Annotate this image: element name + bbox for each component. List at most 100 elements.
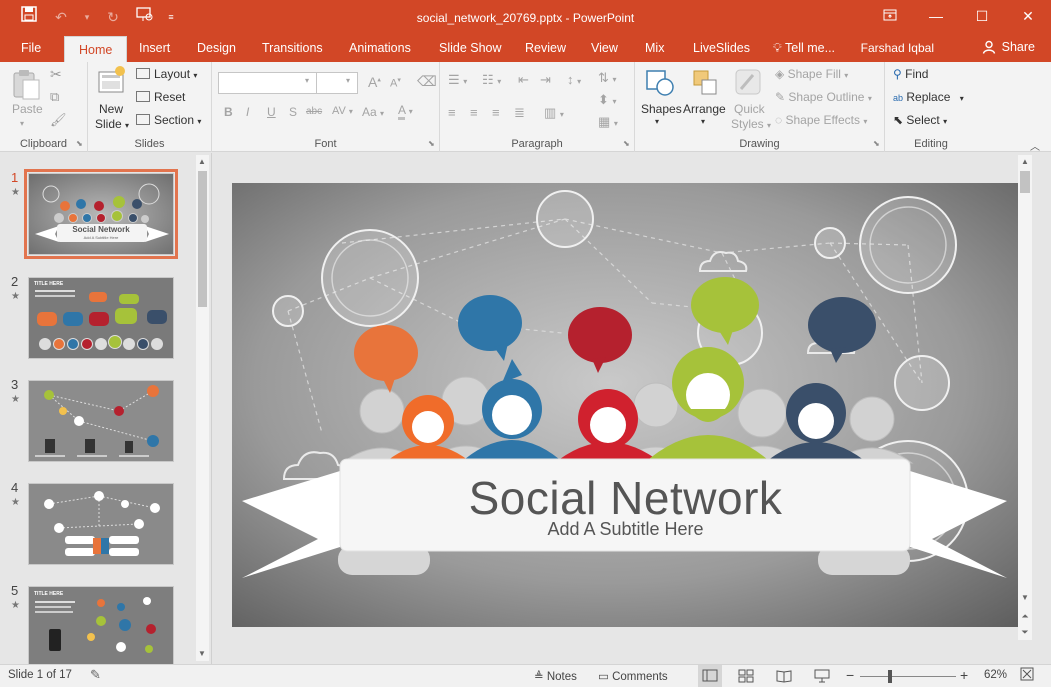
clear-formatting-icon[interactable]: ⌫: [417, 73, 437, 90]
align-center-icon[interactable]: ≡: [470, 105, 478, 120]
shapes-dropdown-icon[interactable]: ▾: [655, 117, 659, 126]
cut-icon[interactable]: ✂: [50, 66, 62, 83]
tab-design[interactable]: Design: [197, 40, 236, 56]
zoom-slider-thumb[interactable]: [887, 670, 892, 683]
collapse-ribbon-icon[interactable]: ︿: [1030, 138, 1040, 153]
tell-me-search[interactable]: 💡︎ Tell me...: [773, 40, 835, 56]
zoom-slider[interactable]: [860, 670, 956, 683]
spelling-check-icon[interactable]: ✎: [90, 667, 101, 683]
underline-button[interactable]: U: [267, 105, 276, 119]
line-spacing-icon[interactable]: ↕ ▾: [567, 72, 581, 87]
copy-icon[interactable]: ⧉: [50, 89, 59, 105]
font-family-dropdown-icon[interactable]: ▾: [305, 76, 309, 85]
zoom-level[interactable]: 62%: [984, 669, 1007, 681]
format-painter-icon[interactable]: 🖌︎: [50, 112, 67, 128]
tab-insert[interactable]: Insert: [139, 40, 170, 56]
slide-thumbnail-5[interactable]: TITLE HERE: [28, 586, 174, 664]
tab-transitions[interactable]: Transitions: [262, 40, 323, 56]
columns-icon[interactable]: ▥ ▾: [544, 105, 564, 121]
drawing-dialog-launcher-icon[interactable]: ⬊: [873, 139, 880, 148]
slide-subtitle[interactable]: Add A Subtitle Here: [232, 519, 1019, 540]
tab-animations[interactable]: Animations: [349, 40, 411, 56]
reading-view-icon[interactable]: [776, 669, 792, 686]
italic-button[interactable]: I: [246, 105, 249, 119]
shrink-font-icon[interactable]: A▾: [390, 76, 401, 90]
select-button[interactable]: ⬉ Select ▾: [893, 113, 947, 127]
convert-smartart-icon[interactable]: ▦ ▾: [598, 114, 618, 130]
section-button[interactable]: Section ▾: [136, 113, 201, 127]
new-slide-label-2[interactable]: Slide ▾: [95, 117, 129, 131]
quick-styles-label-1[interactable]: Quick: [734, 102, 765, 116]
bold-button[interactable]: B: [224, 105, 233, 119]
scroll-up-arrow-icon[interactable]: ▲: [196, 157, 208, 166]
increase-indent-icon[interactable]: ⇥: [540, 72, 551, 88]
paragraph-dialog-launcher-icon[interactable]: ⬊: [623, 139, 630, 148]
close-icon[interactable]: ✕: [1005, 0, 1051, 32]
minimize-icon[interactable]: —: [913, 0, 959, 32]
slide-title[interactable]: Social Network: [232, 471, 1019, 525]
slide-thumbnail-1[interactable]: Social Network Add A Subtitle Here: [24, 169, 178, 259]
font-size-dropdown-icon[interactable]: ▾: [346, 76, 350, 85]
justify-icon[interactable]: ≣: [514, 105, 525, 121]
notes-button[interactable]: ≜ Notes: [534, 669, 577, 683]
shapes-button[interactable]: Shapes: [641, 102, 682, 116]
replace-button[interactable]: ab Replace ▾: [893, 90, 964, 104]
text-direction-icon[interactable]: ⇅ ▾: [598, 70, 617, 86]
new-slide-icon[interactable]: [96, 65, 126, 99]
zoom-out-icon[interactable]: −: [846, 667, 854, 683]
comments-button[interactable]: ▭ Comments: [598, 669, 668, 683]
slide-sorter-icon[interactable]: [738, 669, 754, 686]
arrange-icon[interactable]: [690, 67, 720, 99]
reset-button[interactable]: Reset: [136, 90, 185, 104]
shadow-button[interactable]: S: [289, 105, 297, 119]
tab-view[interactable]: View: [591, 40, 618, 56]
paste-icon[interactable]: [10, 67, 42, 101]
tab-slide-show[interactable]: Slide Show: [439, 40, 502, 56]
zoom-in-icon[interactable]: +: [960, 667, 968, 683]
tab-liveslides[interactable]: LiveSlides: [693, 40, 750, 56]
character-spacing-button[interactable]: AV ▾: [332, 105, 353, 117]
normal-view-button[interactable]: [698, 665, 722, 687]
scroll-down-arrow-icon[interactable]: ▼: [196, 649, 208, 658]
font-family-select[interactable]: [218, 72, 318, 94]
slide-thumbnail-4[interactable]: [28, 483, 174, 565]
dialog-launcher-icon[interactable]: ⬊: [76, 139, 83, 148]
slide-thumbnail-2[interactable]: TITLE HERE: [28, 277, 174, 359]
tab-file[interactable]: File: [21, 40, 41, 56]
numbering-icon[interactable]: ☷ ▾: [482, 72, 501, 88]
next-slide-icon[interactable]: ⏷: [1019, 627, 1031, 638]
bullets-icon[interactable]: ☰ ▾: [448, 72, 467, 88]
user-name[interactable]: Farshad Iqbal: [861, 41, 934, 55]
slide-scroll-down-icon[interactable]: ▼: [1019, 593, 1031, 602]
slide-thumbnail-3[interactable]: [28, 380, 174, 462]
arrange-dropdown-icon[interactable]: ▾: [701, 117, 705, 126]
tab-review[interactable]: Review: [525, 40, 566, 56]
share-button[interactable]: Share: [982, 40, 1035, 54]
current-slide[interactable]: Social Network Add A Subtitle Here: [232, 183, 1019, 627]
slide-scroll-up-icon[interactable]: ▲: [1019, 157, 1031, 166]
paste-dropdown-icon[interactable]: ▾: [20, 119, 24, 128]
layout-button[interactable]: Layout ▾: [136, 67, 197, 81]
previous-slide-icon[interactable]: ⏶: [1019, 611, 1031, 622]
quick-styles-label-2[interactable]: Styles ▾: [731, 117, 771, 131]
shape-outline-button[interactable]: ✎ Shape Outline ▾: [775, 90, 872, 104]
align-right-icon[interactable]: ≡: [492, 105, 500, 120]
shapes-icon[interactable]: [643, 67, 675, 99]
ribbon-display-options-icon[interactable]: [867, 0, 913, 32]
paste-button[interactable]: Paste: [12, 102, 43, 116]
font-dialog-launcher-icon[interactable]: ⬊: [428, 139, 435, 148]
find-button[interactable]: ⚲ Find: [893, 67, 928, 81]
change-case-button[interactable]: Aa ▾: [362, 105, 384, 119]
quick-styles-icon[interactable]: [733, 67, 763, 99]
fit-slide-icon[interactable]: [1020, 667, 1034, 684]
grow-font-icon[interactable]: A▴: [368, 74, 381, 90]
align-text-icon[interactable]: ⬍ ▾: [598, 92, 617, 108]
strikethrough-button[interactable]: abc: [306, 106, 322, 117]
slide-scrollbar[interactable]: [1018, 155, 1032, 640]
arrange-button[interactable]: Arrange: [683, 102, 726, 116]
shape-effects-button[interactable]: ◌ Shape Effects ▾: [775, 113, 867, 127]
font-color-button[interactable]: A ▾: [398, 103, 413, 120]
decrease-indent-icon[interactable]: ⇤: [518, 72, 529, 88]
thumbnails-scroll-thumb[interactable]: [198, 171, 207, 307]
tab-home[interactable]: Home: [64, 36, 128, 62]
